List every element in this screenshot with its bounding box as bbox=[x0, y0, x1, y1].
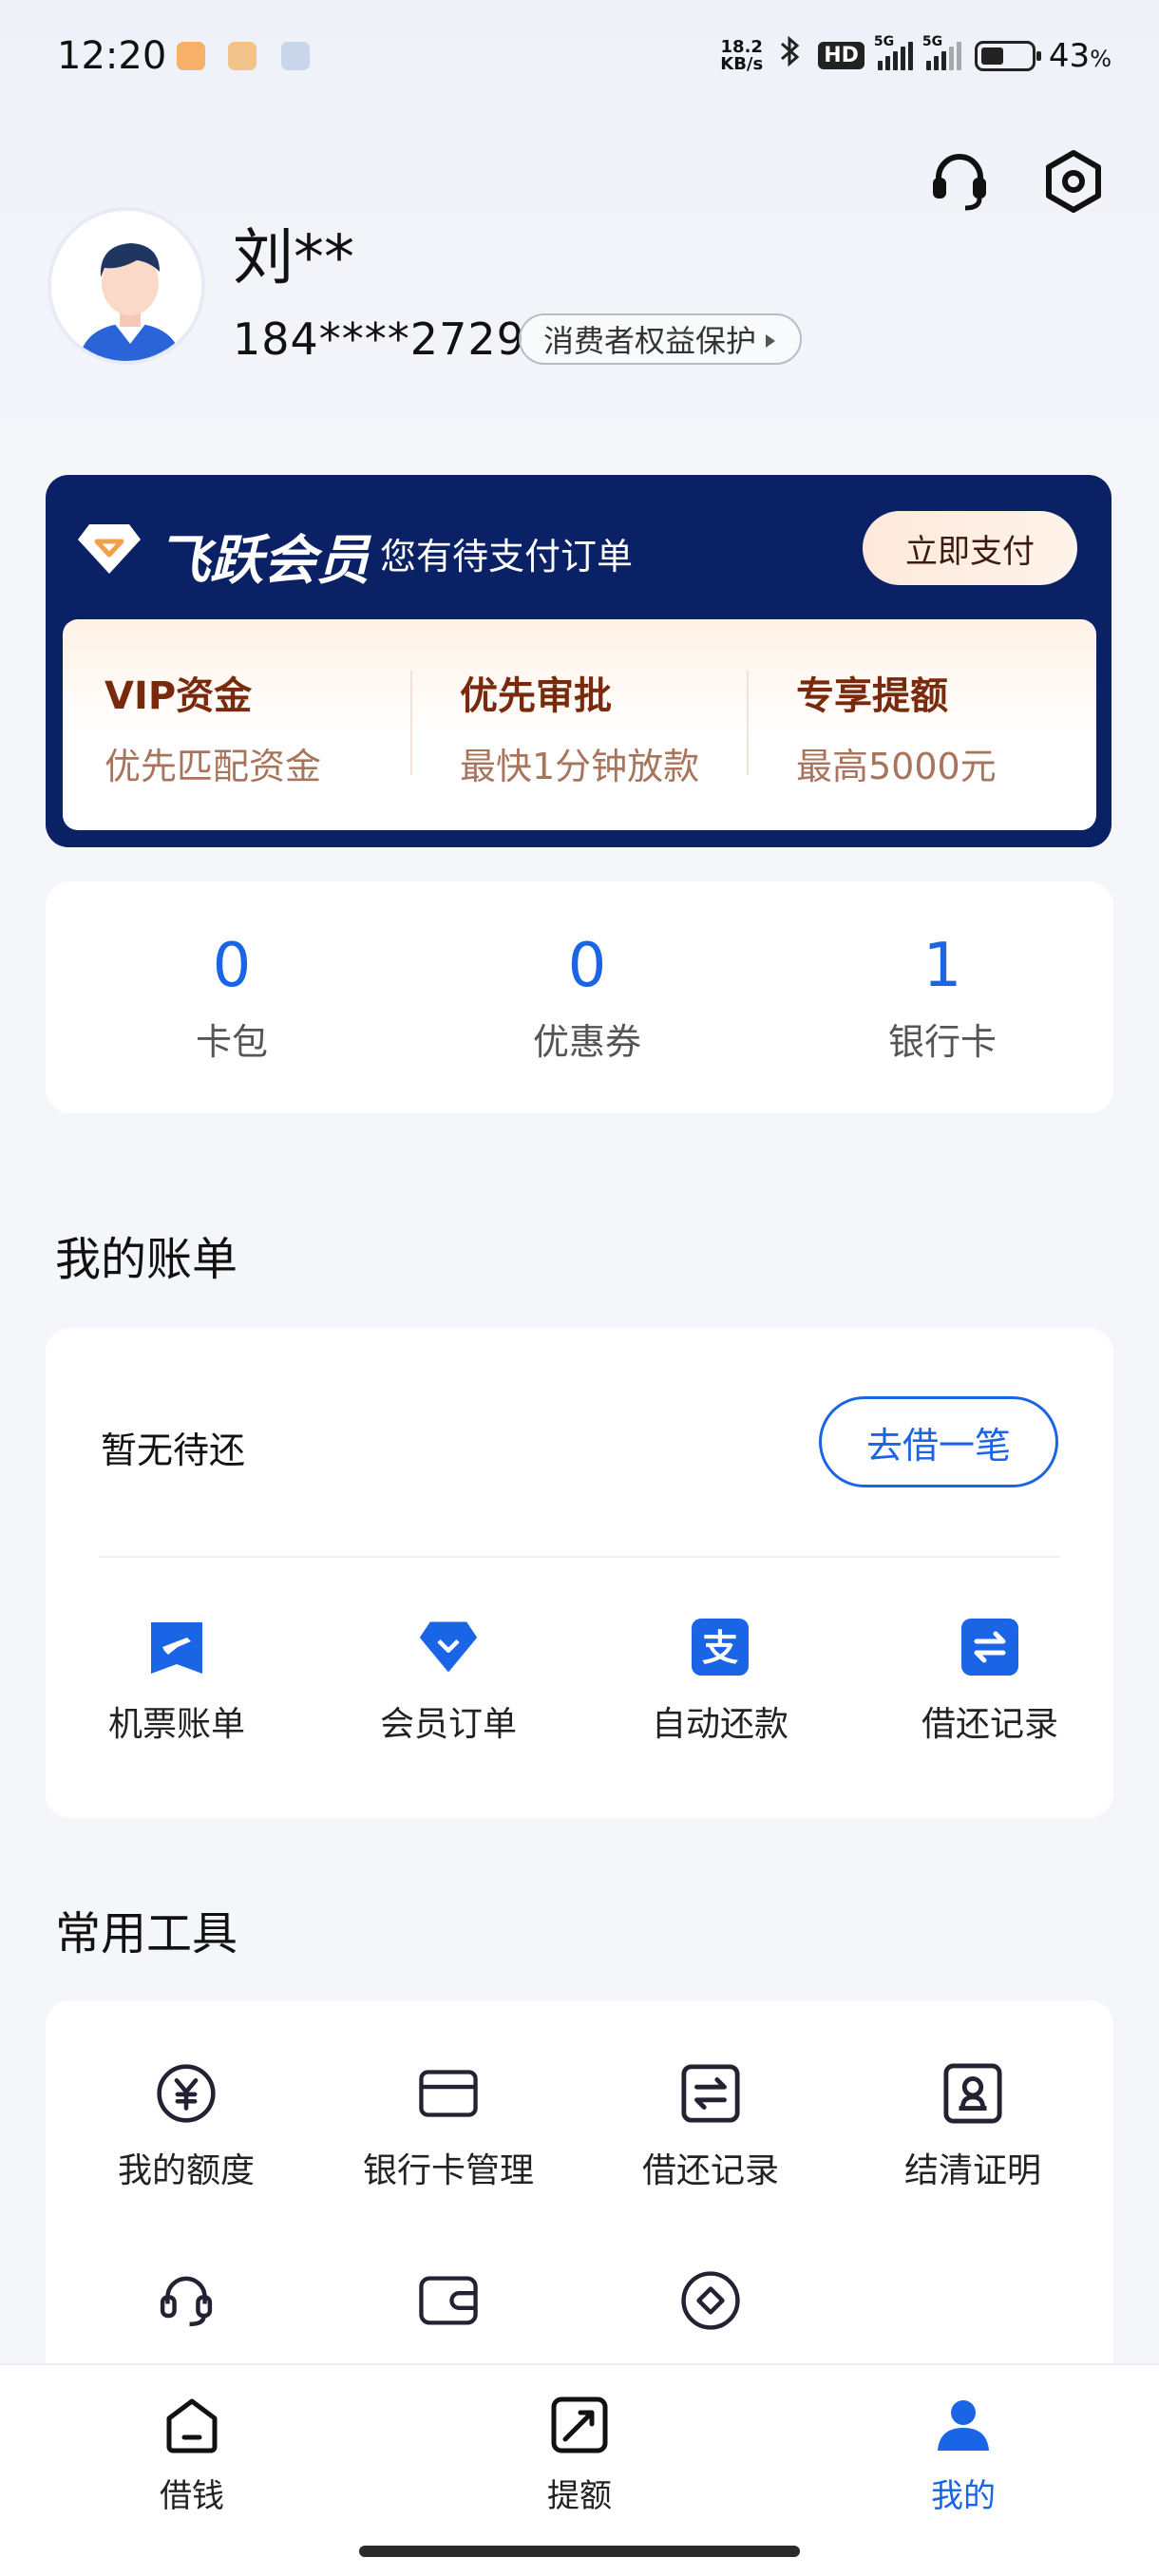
plane-icon bbox=[146, 1617, 207, 1677]
pay-now-button[interactable]: 立即支付 bbox=[863, 511, 1077, 585]
quota-icon bbox=[484, 2396, 674, 2458]
diamond-icon bbox=[418, 1617, 479, 1677]
certificate-icon bbox=[942, 2063, 1003, 2124]
vip-title: 飞跃会员 bbox=[157, 530, 370, 592]
vip-feature: 优先审批 最快1分钟放款 bbox=[460, 674, 700, 787]
battery-percent: 43% bbox=[1048, 36, 1112, 75]
bank-card-icon bbox=[418, 2063, 479, 2124]
bill-item-auto-repay[interactable]: 支 自动还款 bbox=[606, 1617, 834, 1746]
customer-service-icon[interactable] bbox=[925, 147, 994, 216]
borrow-button[interactable]: 去借一笔 bbox=[819, 1396, 1058, 1487]
yen-icon bbox=[156, 2063, 217, 2124]
bill-status: 暂无待还 bbox=[101, 1430, 246, 1471]
bill-item-records[interactable]: 借还记录 bbox=[876, 1617, 1104, 1746]
consumer-protection-label: 消费者权益保护 bbox=[543, 323, 757, 359]
settings-icon[interactable] bbox=[1039, 147, 1108, 216]
user-name: 刘** bbox=[233, 223, 354, 294]
signal-icon: 5G bbox=[922, 34, 961, 70]
card-wallet-count[interactable]: 0 卡包 bbox=[89, 931, 374, 1065]
section-title-bills: 我的账单 bbox=[55, 1233, 238, 1286]
network-speed: 18.2 KB/s bbox=[720, 36, 764, 74]
caret-right-icon bbox=[764, 321, 777, 357]
tool-records[interactable]: 借还记录 bbox=[597, 2063, 825, 2192]
vip-diamond-icon bbox=[76, 521, 142, 581]
section-title-tools: 常用工具 bbox=[55, 1907, 238, 1960]
bluetooth-icon bbox=[776, 34, 805, 77]
bank-card-count[interactable]: 1 银行卡 bbox=[800, 931, 1085, 1065]
vip-feature: VIP资金 优先匹配资金 bbox=[104, 674, 322, 787]
notification-app-icon bbox=[228, 42, 256, 70]
bill-item-membership[interactable]: 会员订单 bbox=[334, 1617, 562, 1746]
status-indicators: 18.2 KB/s HD 5G 5G 43% bbox=[720, 34, 1112, 77]
home-indicator[interactable] bbox=[359, 2546, 800, 2557]
nav-borrow[interactable]: 借钱 bbox=[97, 2396, 287, 2516]
divider bbox=[99, 1556, 1060, 1558]
vip-subtitle: 您有待支付订单 bbox=[380, 536, 634, 578]
divider bbox=[747, 671, 749, 775]
exchange-icon bbox=[960, 1617, 1020, 1677]
alipay-icon: 支 bbox=[690, 1617, 750, 1677]
person-icon bbox=[868, 2396, 1058, 2458]
compass-icon bbox=[680, 2270, 741, 2331]
user-phone: 184****2729 bbox=[233, 313, 525, 365]
notification-app-icon bbox=[281, 42, 310, 70]
svg-text:支: 支 bbox=[702, 1627, 738, 1669]
avatar[interactable] bbox=[48, 207, 205, 365]
tool-customer-service[interactable] bbox=[72, 2270, 300, 2350]
divider bbox=[410, 671, 412, 775]
nav-mine[interactable]: 我的 bbox=[868, 2396, 1058, 2516]
tool-my-quota[interactable]: 我的额度 bbox=[72, 2063, 300, 2192]
signal-icon: 5G bbox=[874, 34, 913, 70]
tool-wallet[interactable] bbox=[334, 2270, 562, 2350]
headset-icon bbox=[156, 2270, 217, 2331]
nav-raise-quota[interactable]: 提额 bbox=[484, 2396, 674, 2516]
home-icon bbox=[97, 2396, 287, 2458]
consumer-protection-button[interactable]: 消费者权益保护 bbox=[519, 313, 803, 365]
tool-explore[interactable] bbox=[597, 2270, 825, 2350]
notification-app-icon bbox=[177, 42, 205, 70]
wallet-icon bbox=[418, 2270, 479, 2331]
vip-feature: 专享提额 最高5000元 bbox=[796, 674, 997, 787]
tool-settlement-certificate[interactable]: 结清证明 bbox=[859, 2063, 1087, 2192]
bill-item-flight[interactable]: 机票账单 bbox=[63, 1617, 291, 1746]
coupon-count[interactable]: 0 优惠券 bbox=[445, 931, 730, 1065]
battery-icon bbox=[974, 40, 1041, 71]
hd-icon: HD bbox=[818, 42, 864, 69]
tool-bank-card[interactable]: 银行卡管理 bbox=[334, 2063, 562, 2192]
exchange-icon bbox=[680, 2063, 741, 2124]
status-time: 12:20 bbox=[57, 34, 167, 78]
